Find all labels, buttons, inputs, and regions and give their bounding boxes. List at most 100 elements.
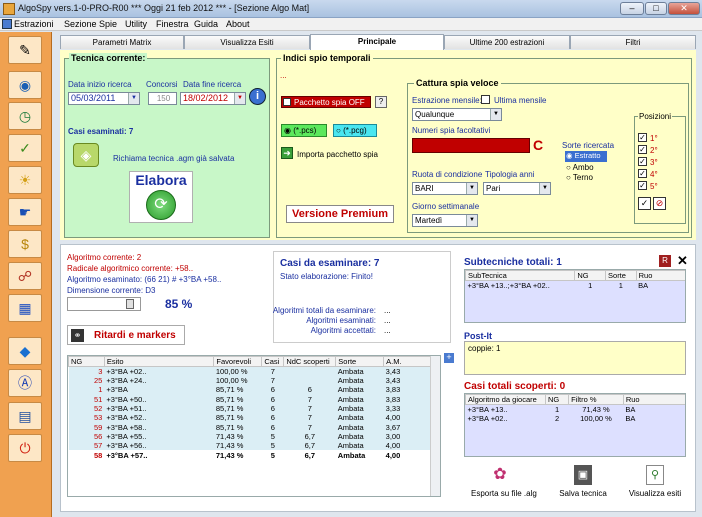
tipologia-select[interactable]: Pari ▼ — [483, 182, 551, 195]
close-x-button[interactable]: ✕ — [677, 253, 688, 269]
postit-textarea[interactable]: coppie: 1 — [464, 341, 686, 375]
clear-c-button[interactable]: C — [533, 137, 543, 153]
versione-premium-button[interactable]: Versione Premium — [286, 205, 394, 223]
col-sub-ruo[interactable]: Ruo — [635, 270, 685, 281]
clock-icon[interactable]: ◷ — [8, 102, 42, 130]
close-button[interactable]: ✕ — [668, 2, 700, 15]
posizione-2-checkbox[interactable]: ✓ — [638, 145, 647, 154]
casi-scoperti-table[interactable]: Algoritmo da giocare NG Filtro % Ruo +3°… — [464, 393, 686, 457]
tab-principale[interactable]: Principale — [310, 34, 444, 50]
tab-parametri-matrix[interactable]: Parametri Matrix — [60, 35, 184, 49]
estrazione-select[interactable]: Qualunque ▼ — [412, 108, 502, 121]
posizione-4-checkbox[interactable]: ✓ — [638, 169, 647, 178]
network-icon[interactable]: ☍ — [8, 262, 42, 290]
table-row[interactable]: 59 +3°BA +58.. 85,71 % 6 7 Ambata 3,67 — [68, 422, 432, 432]
table-row[interactable]: +3°BA +13..;+3°BA +02.. 1 1 BA — [466, 281, 686, 291]
info-icon[interactable]: i — [249, 88, 266, 105]
table-row[interactable]: +3°BA +13.. 1 71,43 % BA — [466, 405, 686, 415]
menu-finestra[interactable]: Finestra — [156, 19, 189, 29]
menu-about[interactable]: About — [226, 19, 250, 29]
ultima-mensile-checkbox[interactable] — [481, 95, 490, 104]
concorsi-input[interactable]: 150 — [148, 92, 177, 105]
importa-label[interactable]: Importa pacchetto spia — [297, 150, 378, 159]
numeri-spia-input[interactable] — [412, 138, 530, 153]
lightbulb-icon[interactable]: ☀ — [8, 166, 42, 194]
table-icon[interactable]: ▦ — [8, 294, 42, 322]
col-ng[interactable]: NG — [68, 356, 105, 367]
tab-visualizza-esiti[interactable]: Visualizza Esiti — [184, 35, 310, 49]
menu-utility[interactable]: Utility — [125, 19, 147, 29]
menu-guida[interactable]: Guida — [194, 19, 218, 29]
col-cs-ruo[interactable]: Ruo — [622, 394, 685, 405]
maximize-button[interactable]: □ — [645, 2, 667, 15]
chart-icon[interactable]: ✓ — [8, 134, 42, 162]
globe-icon[interactable]: ◉ — [8, 71, 42, 99]
posizione-3-checkbox[interactable]: ✓ — [638, 157, 647, 166]
flashlight-icon[interactable]: ◈ — [73, 143, 99, 167]
import-icon[interactable]: ➜ — [281, 147, 293, 159]
col-casi[interactable]: Casi — [261, 356, 285, 367]
table-row[interactable]: +3°BA +02.. 2 100,00 % BA — [466, 414, 686, 423]
pencil-icon[interactable]: ✎ — [8, 36, 42, 64]
hand-icon[interactable]: ☛ — [8, 198, 42, 226]
giorno-select[interactable]: Martedì ▼ — [412, 214, 478, 227]
esporta-button[interactable]: ✿ Esporta su file .alg — [471, 465, 537, 505]
col-am[interactable]: A.M. — [383, 356, 432, 367]
pcg-radio[interactable]: ○ (*.pcg) — [333, 124, 377, 137]
posizione-1-checkbox[interactable]: ✓ — [638, 133, 647, 142]
col-sorte[interactable]: Sorte — [335, 356, 385, 367]
check-all-icon[interactable]: ✓ — [638, 197, 651, 210]
col-favorevoli[interactable]: Favorevoli — [213, 356, 263, 367]
col-sub-ng[interactable]: NG — [574, 270, 607, 281]
subtecniche-table[interactable]: SubTecnica NG Sorte Ruo +3°BA +13..;+3°B… — [464, 269, 686, 323]
scrollbar[interactable] — [430, 356, 440, 496]
slider-thumb[interactable] — [126, 299, 134, 309]
table-row[interactable]: 56 +3°BA +55.. 71,43 % 5 6,7 Ambata 3,00 — [68, 431, 432, 442]
sorte-ambo-radio[interactable]: ○ Ambo — [566, 163, 594, 172]
drop-icon[interactable]: ◆ — [8, 337, 42, 365]
col-subtecnica[interactable]: SubTecnica — [465, 270, 576, 281]
ruota-select[interactable]: BARI ▼ — [412, 182, 478, 195]
col-cs-ng[interactable]: NG — [544, 394, 570, 405]
table-row[interactable]: 51 +3°BA +50.. 85,71 % 6 7 Ambata 3,83 — [68, 394, 432, 404]
data-inizio-select[interactable]: 05/03/2011 ▼ — [68, 92, 140, 105]
table-row[interactable]: 1 +3°BA 85,71 % 6 6 Ambata 3,83 — [68, 385, 432, 395]
clear-all-icon[interactable]: ⊘ — [653, 197, 666, 210]
table-row[interactable]: 25 +3°BA +24.. 100,00 % 7 Ambata 3,43 — [68, 376, 432, 386]
esiti-table[interactable]: NG Esito Favorevoli Casi NdC scoperti So… — [67, 355, 441, 497]
r-button[interactable]: R — [659, 255, 671, 267]
help-button[interactable]: ? — [375, 96, 387, 108]
ritardi-button[interactable]: ⚭ Ritardi e markers — [67, 325, 185, 345]
power-icon[interactable]: ⏻ — [8, 434, 42, 462]
menu-estrazioni[interactable]: Estrazioni — [14, 19, 54, 29]
table-row[interactable]: 52 +3°BA +51.. 85,71 % 6 7 Ambata 3,33 — [68, 403, 432, 414]
data-fine-select[interactable]: 18/02/2012 ▼ — [180, 92, 246, 105]
expand-icon[interactable]: + — [444, 353, 454, 363]
table-row[interactable]: 53 +3°BA +52.. 85,71 % 6 7 Ambata 4,00 — [68, 413, 432, 423]
progress-slider[interactable] — [67, 297, 141, 311]
sorte-estratto-radio[interactable]: ◉ Estratto — [565, 151, 607, 162]
col-algoritmo[interactable]: Algoritmo da giocare — [465, 394, 546, 405]
dollar-icon[interactable]: $ — [8, 230, 42, 258]
col-ndc[interactable]: NdC scoperti — [283, 356, 337, 367]
col-esito[interactable]: Esito — [103, 356, 215, 367]
pacchetto-checkbox[interactable] — [283, 98, 291, 106]
menu-sezione-spie[interactable]: Sezione Spie — [64, 19, 117, 29]
visualizza-esiti-button[interactable]: ⚲ Visualizza esiti — [625, 465, 685, 505]
col-filtro[interactable]: Filtro % — [568, 394, 624, 405]
pcs-radio[interactable]: ◉ (*.pcs) — [281, 124, 327, 137]
tab-ultime-200[interactable]: Ultime 200 estrazioni — [444, 35, 570, 49]
table-row[interactable]: 57 +3°BA +56.. 71,43 % 5 6,7 Ambata 4,00 — [68, 441, 432, 451]
a-icon[interactable]: Ⓐ — [8, 369, 42, 397]
book-icon[interactable]: ▤ — [8, 402, 42, 430]
posizione-5-checkbox[interactable]: ✓ — [638, 181, 647, 190]
tab-filtri[interactable]: Filtri — [570, 35, 696, 49]
table-row[interactable]: 58 +3°BA +57.. 71,43 % 5 6,7 Ambata 4,00 — [68, 450, 432, 460]
sorte-terno-radio[interactable]: ○ Terno — [566, 173, 593, 182]
pacchetto-spia-toggle[interactable]: Pacchetto spia OFF — [281, 96, 371, 108]
salva-button[interactable]: ▣ Salva tecnica — [555, 465, 611, 505]
table-row[interactable]: 3 +3°BA +02.. 100,00 % 7 Ambata 3,43 — [68, 366, 432, 376]
col-sub-sorte[interactable]: Sorte — [605, 270, 637, 281]
elabora-button[interactable]: Elabora ⟳ — [129, 171, 193, 223]
minimize-button[interactable]: – — [620, 2, 644, 15]
